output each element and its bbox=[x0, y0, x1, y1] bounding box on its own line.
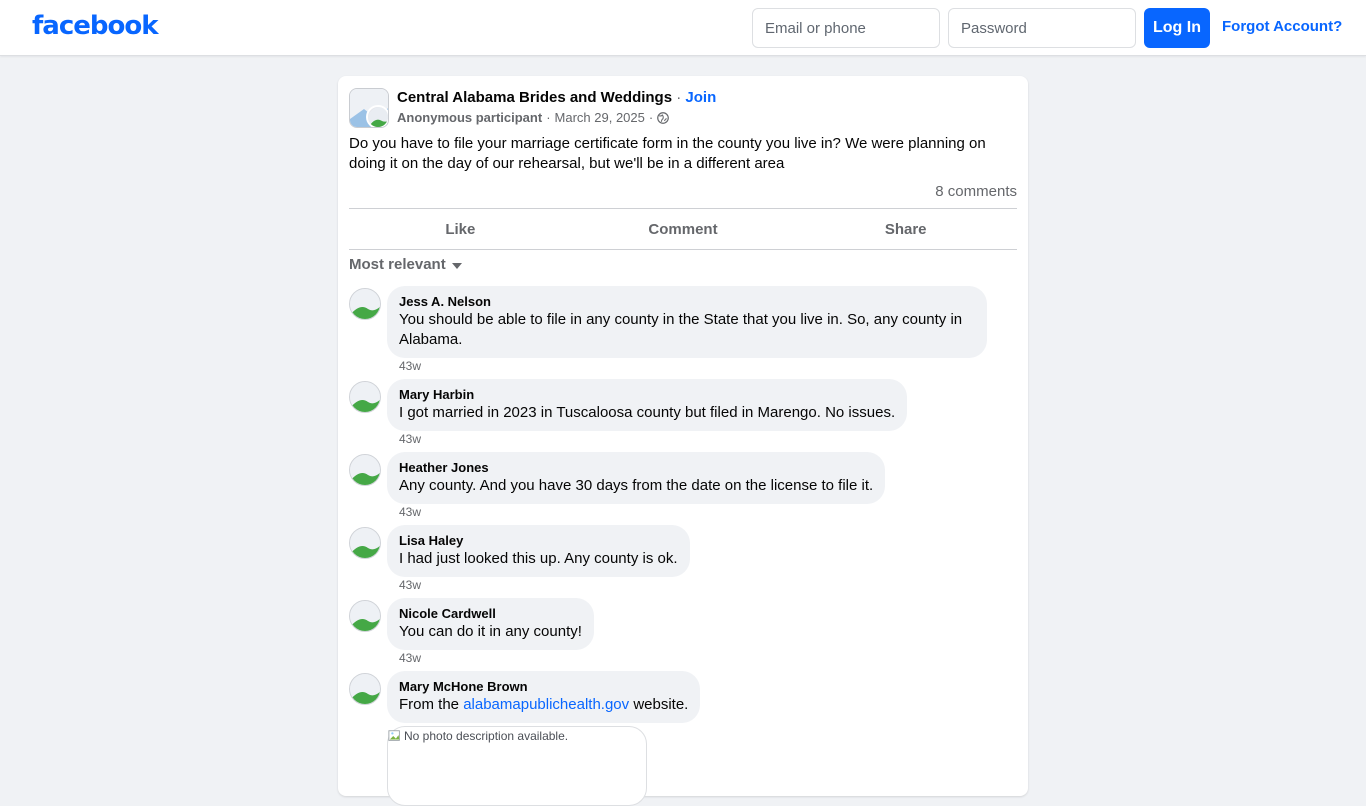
commenter-name[interactable]: Lisa Haley bbox=[399, 533, 678, 549]
comment-bubble: Lisa Haley I had just looked this up. An… bbox=[387, 525, 690, 577]
avatar-placeholder-icon bbox=[350, 601, 380, 631]
commenter-name[interactable]: Mary Harbin bbox=[399, 387, 895, 403]
comment-bubble: Nicole Cardwell You can do it in any cou… bbox=[387, 598, 594, 650]
post-meta: Anonymous participant · March 29, 2025 · bbox=[397, 110, 670, 125]
post-author: Anonymous participant bbox=[397, 110, 543, 125]
login-button[interactable]: Log In bbox=[1144, 8, 1210, 48]
comment-bubble: Mary McHone Brown From the alabamapublic… bbox=[387, 671, 701, 723]
comment-text-before: From the bbox=[399, 696, 460, 713]
share-button[interactable]: Share bbox=[794, 209, 1017, 249]
group-title-line: Central Alabama Brides and Weddings · Jo… bbox=[397, 89, 716, 106]
group-name-link[interactable]: Central Alabama Brides and Weddings bbox=[397, 89, 672, 106]
comment-text: You can do it in any county! bbox=[399, 623, 582, 640]
commenter-name[interactable]: Jess A. Nelson bbox=[399, 294, 975, 310]
comment-button[interactable]: Comment bbox=[572, 209, 795, 249]
forgot-account-link[interactable]: Forgot Account? bbox=[1222, 18, 1342, 35]
commenter-avatar[interactable] bbox=[349, 673, 381, 705]
facebook-logo[interactable]: facebook bbox=[32, 11, 159, 41]
comment-link[interactable]: alabamapublichealth.gov bbox=[463, 696, 629, 713]
commenter-name[interactable]: Nicole Cardwell bbox=[399, 606, 582, 622]
post-actions: Like Comment Share bbox=[349, 209, 1017, 249]
like-button[interactable]: Like bbox=[349, 209, 572, 249]
comment-bubble: Heather Jones Any county. And you have 3… bbox=[387, 452, 886, 504]
post-text: Do you have to file your marriage certif… bbox=[349, 135, 986, 172]
commenter-avatar[interactable] bbox=[349, 527, 381, 559]
commenter-avatar[interactable] bbox=[349, 600, 381, 632]
comment-time[interactable]: 43w bbox=[399, 505, 421, 519]
avatar-placeholder-icon bbox=[350, 289, 380, 319]
divider bbox=[349, 249, 1017, 250]
participant-avatar bbox=[366, 105, 388, 127]
image-alt-label: No photo description available. bbox=[404, 729, 569, 743]
comment-attachment-image[interactable]: No photo description available. bbox=[387, 726, 647, 806]
email-field[interactable] bbox=[752, 8, 940, 48]
password-field[interactable] bbox=[948, 8, 1136, 48]
avatar-placeholder-icon bbox=[368, 107, 388, 127]
broken-image-icon bbox=[388, 730, 400, 741]
comment-bubble: Mary Harbin I got married in 2023 in Tus… bbox=[387, 379, 908, 431]
comment-text: I got married in 2023 in Tuscaloosa coun… bbox=[399, 404, 896, 421]
top-bar: facebook Log In Forgot Account? bbox=[0, 0, 1366, 56]
join-link[interactable]: Join bbox=[685, 89, 716, 106]
separator: · bbox=[546, 110, 551, 125]
avatar-placeholder-icon bbox=[350, 455, 380, 485]
comments-count[interactable]: 8 comments bbox=[935, 183, 1017, 200]
commenter-name[interactable]: Heather Jones bbox=[399, 460, 873, 476]
image-alt-text: No photo description available. bbox=[388, 729, 568, 743]
commenter-avatar[interactable] bbox=[349, 454, 381, 486]
post-card: Central Alabama Brides and Weddings · Jo… bbox=[338, 76, 1028, 806]
comment-bubble: Jess A. Nelson You should be able to fil… bbox=[387, 286, 987, 358]
comment-text: Any county. And you have 30 days from th… bbox=[399, 477, 874, 494]
avatar-placeholder-icon bbox=[350, 382, 380, 412]
comment-time[interactable]: 43w bbox=[399, 359, 421, 373]
comment-text: From the alabamapublichealth.gov website… bbox=[399, 695, 688, 715]
avatar-placeholder-icon bbox=[350, 674, 380, 704]
commenter-avatar[interactable] bbox=[349, 381, 381, 413]
comment-text: I had just looked this up. Any county is… bbox=[399, 550, 678, 567]
group-avatar[interactable] bbox=[349, 88, 389, 128]
commenter-name[interactable]: Mary McHone Brown bbox=[399, 679, 688, 695]
post-date[interactable]: March 29, 2025 bbox=[555, 110, 645, 125]
separator: · bbox=[648, 110, 654, 125]
commenter-avatar[interactable] bbox=[349, 288, 381, 320]
comment-sort-dropdown[interactable]: Most relevant bbox=[349, 256, 462, 273]
sort-label: Most relevant bbox=[349, 256, 446, 273]
comment-time[interactable]: 43w bbox=[399, 432, 421, 446]
comment-text: You should be able to file in any county… bbox=[399, 311, 963, 348]
separator: · bbox=[676, 89, 682, 106]
comment-text-after: website. bbox=[633, 696, 689, 713]
avatar-placeholder-icon bbox=[350, 528, 380, 558]
globe-icon bbox=[657, 111, 670, 124]
comment-time[interactable]: 43w bbox=[399, 651, 421, 665]
caret-down-icon bbox=[451, 263, 462, 269]
comment-time[interactable]: 43w bbox=[399, 578, 421, 592]
